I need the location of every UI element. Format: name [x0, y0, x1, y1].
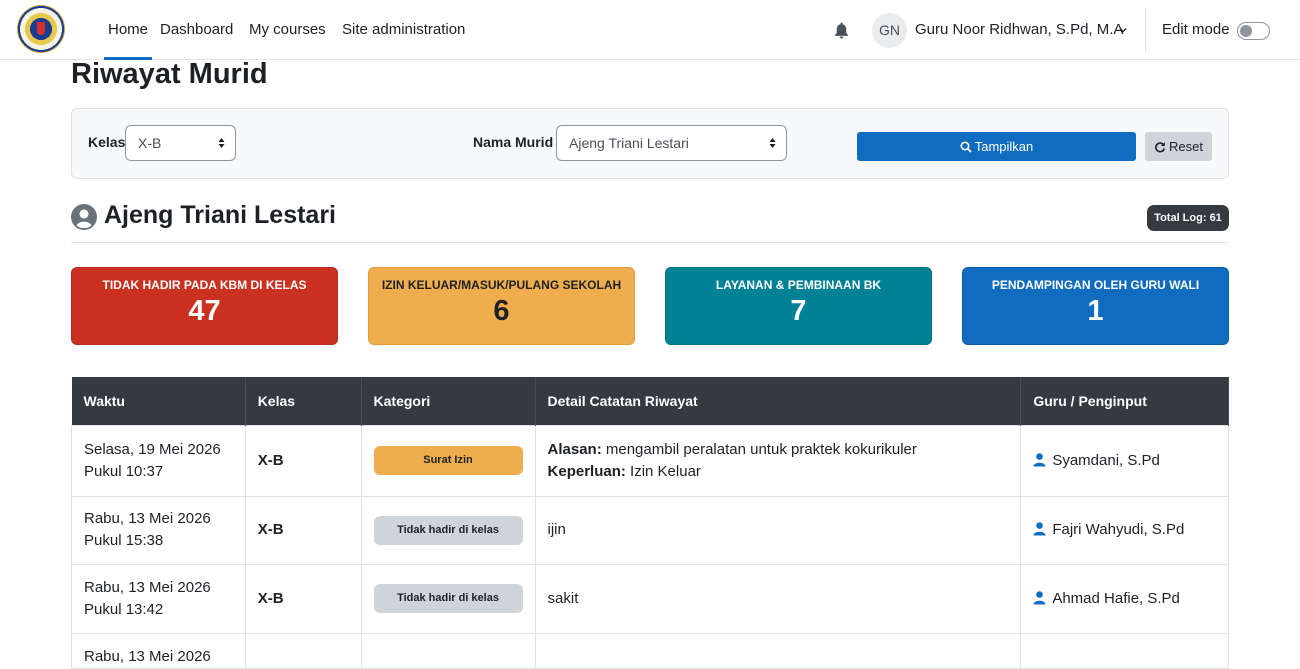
- col-detail: Detail Catatan Riwayat: [535, 377, 1022, 425]
- reset-button[interactable]: Reset: [1145, 132, 1212, 161]
- row-time: Pukul 15:38: [84, 532, 164, 549]
- user-menu-name[interactable]: Guru Noor Ridhwan, S.Pd, M.A: [915, 21, 1123, 38]
- nav-dashboard[interactable]: Dashboard: [160, 0, 233, 60]
- card-title: TIDAK HADIR PADA KBM DI KELAS: [102, 278, 307, 292]
- card-value: 1: [1087, 295, 1104, 327]
- card-izin: IZIN KELUAR/MASUK/PULANG SEKOLAH 6: [368, 267, 635, 345]
- search-icon: [960, 141, 972, 153]
- keperluan-label: Keperluan:: [547, 462, 626, 480]
- guru-name: Syamdani, S.Pd: [1052, 451, 1160, 469]
- toggle-knob: [1240, 25, 1252, 37]
- row-time: Pukul 10:37: [84, 462, 164, 480]
- row-date: Rabu, 13 Mei 2026: [84, 647, 211, 665]
- cell-guru: Ahmad Hafie, S.Pd: [1020, 563, 1229, 634]
- cell-detail: Alasan: mengambil peralatan untuk prakte…: [534, 424, 1022, 497]
- murid-select-value: Ajeng Triani Lestari: [569, 135, 689, 151]
- nav-home[interactable]: Home: [104, 0, 152, 60]
- chevron-down-icon[interactable]: [1119, 26, 1127, 34]
- cell-waktu: Selasa, 19 Mei 2026 Pukul 10:37: [71, 424, 246, 497]
- edit-mode-label: Edit mode: [1162, 21, 1230, 38]
- reset-label: Reset: [1169, 139, 1203, 154]
- cell-kategori: Surat Izin: [360, 424, 536, 497]
- user-circle-icon: [71, 204, 97, 230]
- page-title: Riwayat Murid: [71, 58, 268, 90]
- cell-waktu: Rabu, 13 Mei 2026 Pukul 13:42: [71, 563, 246, 634]
- murid-label: Nama Murid: [473, 134, 554, 150]
- col-guru: Guru / Penginput: [1020, 377, 1229, 425]
- card-value: 7: [790, 295, 807, 327]
- school-logo[interactable]: [17, 5, 65, 53]
- navbar-divider: [1145, 8, 1146, 52]
- top-navbar: Home Dashboard My courses Site administr…: [0, 0, 1300, 60]
- keperluan-text: Izin Keluar: [630, 462, 701, 480]
- tampilkan-label: Tampilkan: [974, 139, 1034, 154]
- card-title: IZIN KELUAR/MASUK/PULANG SEKOLAH: [381, 278, 622, 292]
- kelas-label: Kelas: [88, 134, 126, 150]
- user-icon: [1033, 590, 1046, 604]
- select-arrows-icon: [769, 138, 776, 148]
- bell-icon[interactable]: [834, 22, 849, 39]
- card-value: 6: [493, 295, 510, 327]
- user-avatar[interactable]: GN: [872, 13, 907, 48]
- card-title: LAYANAN & PEMBINAAN BK: [715, 278, 882, 292]
- card-guru-wali: PENDAMPINGAN OLEH GURU WALI 1: [962, 267, 1229, 345]
- category-badge: Surat Izin: [373, 446, 523, 475]
- kelas-select-value: X-B: [138, 135, 162, 151]
- history-table: Waktu Kelas Kategori Detail Catatan Riwa…: [71, 377, 1229, 669]
- cell-guru: Syamdani, S.Pd: [1020, 424, 1229, 497]
- user-icon: [1033, 452, 1046, 466]
- nav-site-administration[interactable]: Site administration: [342, 0, 465, 60]
- card-title: PENDAMPINGAN OLEH GURU WALI: [991, 278, 1200, 292]
- alasan-text: mengambil peralatan untuk praktek kokuri…: [605, 440, 917, 458]
- table-header-row: Waktu Kelas Kategori Detail Catatan Riwa…: [71, 377, 1229, 425]
- select-arrows-icon: [218, 138, 225, 148]
- row-date: Rabu, 13 Mei 2026: [84, 578, 211, 596]
- refresh-icon: [1155, 142, 1166, 153]
- cell-kategori: Tidak hadir di kelas: [360, 495, 536, 565]
- card-tidak-hadir: TIDAK HADIR PADA KBM DI KELAS 47: [71, 267, 338, 345]
- student-name: Ajeng Triani Lestari: [104, 201, 337, 229]
- edit-mode-toggle[interactable]: [1237, 22, 1270, 40]
- cell-detail: ijin: [534, 495, 1022, 565]
- card-value: 47: [188, 295, 221, 327]
- guru-name: Ahmad Hafie, S.Pd: [1052, 589, 1180, 607]
- guru-name: Fajri Wahyudi, S.Pd: [1052, 521, 1185, 538]
- kelas-select[interactable]: X-B: [125, 125, 236, 161]
- user-icon: [1033, 522, 1046, 536]
- alasan-label: Alasan:: [547, 440, 602, 458]
- total-log-badge: Total Log: 61: [1147, 205, 1229, 231]
- section-divider: [71, 242, 1229, 243]
- row-date: Rabu, 13 Mei 2026: [84, 510, 211, 527]
- col-kelas: Kelas: [245, 377, 362, 425]
- category-badge: Tidak hadir di kelas: [373, 584, 523, 613]
- cell-detail: sakit: [534, 563, 1022, 634]
- table-row: Selasa, 19 Mei 2026 Pukul 10:37 X-B Sura…: [71, 424, 1229, 497]
- category-badge: Tidak hadir di kelas: [373, 515, 523, 545]
- table-row: Rabu, 13 Mei 2026 Pukul 15:38 X-B Tidak …: [71, 495, 1229, 565]
- col-kategori: Kategori: [361, 377, 536, 425]
- cell-kelas: X-B: [244, 424, 362, 497]
- cell-waktu: Rabu, 13 Mei 2026 Pukul 15:38: [71, 495, 246, 565]
- table-row: Rabu, 13 Mei 2026 Pukul 13:42 X-B Tidak …: [71, 563, 1229, 634]
- cell-guru: Fajri Wahyudi, S.Pd: [1020, 495, 1229, 565]
- row-time: Pukul 13:42: [84, 600, 164, 618]
- murid-select[interactable]: Ajeng Triani Lestari: [556, 125, 787, 161]
- nav-my-courses[interactable]: My courses: [249, 0, 326, 60]
- tampilkan-button[interactable]: Tampilkan: [857, 132, 1136, 161]
- row-date: Selasa, 19 Mei 2026: [84, 440, 221, 458]
- col-waktu: Waktu: [71, 377, 246, 425]
- cell-kelas: X-B: [244, 495, 362, 565]
- cell-kelas: X-B: [244, 563, 362, 634]
- card-layanan-bk: LAYANAN & PEMBINAAN BK 7: [665, 267, 932, 345]
- cell-kategori: Tidak hadir di kelas: [360, 563, 536, 634]
